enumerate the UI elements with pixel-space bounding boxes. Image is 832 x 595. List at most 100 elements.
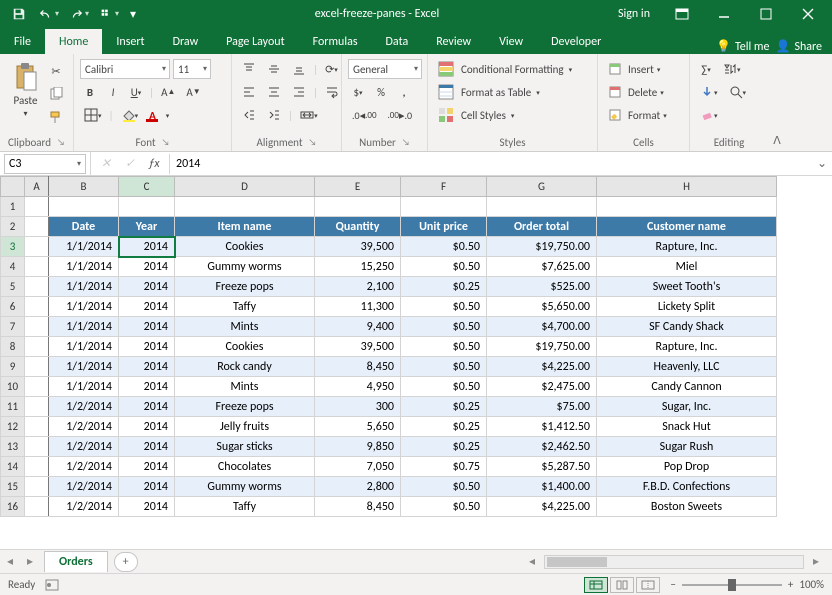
table-cell[interactable]: $7,625.00: [487, 257, 597, 277]
row-header-3[interactable]: 3: [1, 237, 25, 257]
column-header-B[interactable]: B: [49, 177, 119, 197]
orientation-button[interactable]: ⟳▾: [321, 59, 342, 79]
sheet-tab-orders[interactable]: Orders: [44, 551, 108, 572]
table-cell[interactable]: Gummy worms: [175, 477, 315, 497]
table-cell[interactable]: Mints: [175, 317, 315, 337]
zoom-level[interactable]: 100%: [799, 578, 824, 591]
format-as-table-button[interactable]: Format as Table▾: [434, 82, 594, 102]
table-cell[interactable]: Boston Sweets: [597, 497, 777, 517]
hscroll-right[interactable]: ▸: [806, 554, 826, 569]
table-cell[interactable]: 1/2/2014: [49, 417, 119, 437]
row-header-10[interactable]: 10: [1, 377, 25, 397]
table-cell[interactable]: $0.50: [401, 377, 487, 397]
hscroll-left[interactable]: ◂: [522, 554, 542, 569]
table-cell[interactable]: Sweet Tooth's: [597, 277, 777, 297]
table-header[interactable]: Item name: [175, 217, 315, 237]
table-cell[interactable]: 1/2/2014: [49, 437, 119, 457]
select-all-corner[interactable]: [1, 177, 25, 197]
table-cell[interactable]: $0.50: [401, 337, 487, 357]
table-cell[interactable]: $4,225.00: [487, 357, 597, 377]
table-cell[interactable]: $0.50: [401, 257, 487, 277]
font-color-button[interactable]: A▾: [145, 105, 173, 125]
page-layout-view-button[interactable]: [610, 577, 634, 593]
sign-in-link[interactable]: Sign in: [608, 7, 660, 21]
table-cell[interactable]: Taffy: [175, 297, 315, 317]
cut-button[interactable]: ✂: [45, 61, 67, 81]
fill-button[interactable]: ▾: [696, 82, 722, 102]
align-bottom-button[interactable]: [288, 59, 310, 79]
font-family-select[interactable]: Calibri: [80, 59, 170, 79]
column-header-F[interactable]: F: [401, 177, 487, 197]
table-cell[interactable]: 2014: [119, 397, 175, 417]
find-select-button[interactable]: ▾: [725, 82, 751, 102]
table-cell[interactable]: 2014: [119, 417, 175, 437]
table-cell[interactable]: 39,500: [315, 237, 401, 257]
table-cell[interactable]: $19,750.00: [487, 337, 597, 357]
table-cell[interactable]: Candy Cannon: [597, 377, 777, 397]
table-cell[interactable]: 2014: [119, 277, 175, 297]
minimize-button[interactable]: [704, 0, 744, 28]
table-cell[interactable]: 11,300: [315, 297, 401, 317]
table-cell[interactable]: $1,400.00: [487, 477, 597, 497]
undo-button[interactable]: [36, 2, 62, 26]
table-cell[interactable]: 2014: [119, 377, 175, 397]
comma-format-button[interactable]: ,: [394, 82, 414, 102]
table-cell[interactable]: $0.50: [401, 357, 487, 377]
increase-indent-button[interactable]: [263, 105, 285, 125]
font-size-select[interactable]: 11: [173, 59, 211, 79]
table-header[interactable]: Date: [49, 217, 119, 237]
align-right-button[interactable]: [288, 82, 310, 102]
dialog-launcher-icon[interactable]: ↘: [402, 137, 410, 148]
table-header[interactable]: Order total: [487, 217, 597, 237]
table-cell[interactable]: Rapture, Inc.: [597, 237, 777, 257]
copy-button[interactable]: [45, 84, 67, 104]
autosum-button[interactable]: ∑▾: [696, 59, 716, 79]
table-cell[interactable]: 2014: [119, 457, 175, 477]
table-cell[interactable]: Miel: [597, 257, 777, 277]
table-cell[interactable]: 1/2/2014: [49, 457, 119, 477]
table-cell[interactable]: $2,462.50: [487, 437, 597, 457]
decrease-decimal-button[interactable]: .00▸.0: [384, 105, 417, 125]
expand-formula-bar[interactable]: ⌄: [812, 156, 832, 171]
row-header-6[interactable]: 6: [1, 297, 25, 317]
table-cell[interactable]: 15,250: [315, 257, 401, 277]
table-cell[interactable]: $0.75: [401, 457, 487, 477]
row-header-11[interactable]: 11: [1, 397, 25, 417]
cell-styles-button[interactable]: Cell Styles▾: [434, 105, 594, 125]
decrease-indent-button[interactable]: [238, 105, 260, 125]
tab-draw[interactable]: Draw: [159, 29, 213, 54]
underline-button[interactable]: U▾: [126, 82, 146, 102]
collapse-ribbon-button[interactable]: ᐱ: [768, 54, 786, 151]
table-cell[interactable]: $4,700.00: [487, 317, 597, 337]
row-header-8[interactable]: 8: [1, 337, 25, 357]
table-cell[interactable]: 2014: [119, 437, 175, 457]
table-cell[interactable]: F.B.D. Confections: [597, 477, 777, 497]
table-cell[interactable]: $0.50: [401, 297, 487, 317]
format-painter-button[interactable]: [45, 107, 67, 127]
table-cell[interactable]: Pop Drop: [597, 457, 777, 477]
percent-format-button[interactable]: %: [371, 82, 391, 102]
table-cell[interactable]: $0.50: [401, 237, 487, 257]
tab-page-layout[interactable]: Page Layout: [212, 29, 298, 54]
table-cell[interactable]: 9,400: [315, 317, 401, 337]
enter-formula-icon[interactable]: ✓: [121, 156, 139, 171]
align-top-button[interactable]: [238, 59, 260, 79]
close-button[interactable]: [788, 0, 828, 28]
table-cell[interactable]: Freeze pops: [175, 397, 315, 417]
column-header-D[interactable]: D: [175, 177, 315, 197]
row-header-13[interactable]: 13: [1, 437, 25, 457]
table-cell[interactable]: 2014: [119, 317, 175, 337]
row-header-14[interactable]: 14: [1, 457, 25, 477]
table-cell[interactable]: 1/1/2014: [49, 257, 119, 277]
dialog-launcher-icon[interactable]: ↘: [162, 137, 170, 148]
table-cell[interactable]: 8,450: [315, 497, 401, 517]
delete-cells-button[interactable]: Delete▾: [604, 82, 688, 102]
table-cell[interactable]: $0.25: [401, 417, 487, 437]
row-header-7[interactable]: 7: [1, 317, 25, 337]
horizontal-scrollbar[interactable]: [544, 555, 804, 569]
tab-data[interactable]: Data: [372, 29, 423, 54]
table-cell[interactable]: 1/1/2014: [49, 297, 119, 317]
table-cell[interactable]: Sugar sticks: [175, 437, 315, 457]
qat-customize[interactable]: [96, 2, 122, 26]
table-cell[interactable]: Sugar, Inc.: [597, 397, 777, 417]
